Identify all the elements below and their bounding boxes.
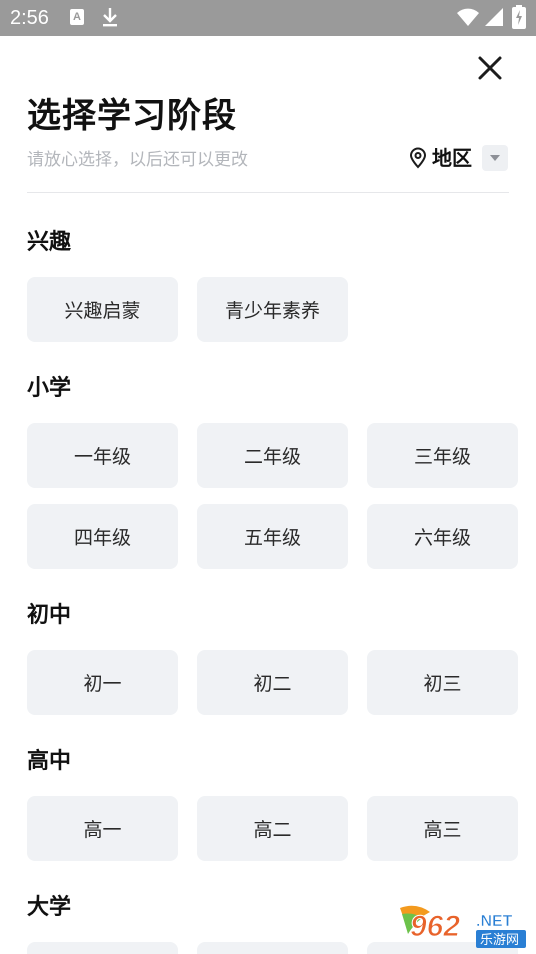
stage-option[interactable]: 五年级 [197, 504, 348, 569]
page-title: 选择学习阶段 [27, 96, 237, 136]
section-title-primary: 小学 [27, 376, 72, 401]
svg-text:.NET: .NET [476, 913, 513, 930]
region-dropdown-button[interactable] [482, 145, 508, 171]
stage-option[interactable]: 高三 [367, 796, 518, 861]
stage-option[interactable]: 六年级 [367, 504, 518, 569]
location-pin-icon [409, 147, 427, 169]
region-label: 地区 [432, 146, 472, 170]
stage-option[interactable]: 初二 [197, 650, 348, 715]
download-icon [103, 8, 117, 27]
stage-option[interactable]: 一年级 [27, 423, 178, 488]
stage-option[interactable]: 初三 [367, 650, 518, 715]
section-title-interest: 兴趣 [27, 230, 72, 255]
stage-option[interactable]: 初一 [27, 650, 178, 715]
section-title-university: 大学 [27, 895, 72, 920]
page-subtitle: 请放心选择，以后还可以更改 [27, 150, 248, 170]
battery-charging-icon [512, 5, 526, 29]
stage-option[interactable]: 二年级 [197, 423, 348, 488]
stage-option[interactable]: 兴趣启蒙 [27, 277, 178, 342]
header-divider [27, 192, 509, 193]
stage-option[interactable]: 四年级 [27, 504, 178, 569]
stage-option[interactable]: 高二 [197, 796, 348, 861]
svg-text:乐游网: 乐游网 [480, 933, 519, 948]
a-notification-icon: A [70, 9, 84, 25]
status-time: 2:56 [10, 7, 49, 29]
cell-signal-icon [485, 8, 503, 26]
stage-option[interactable] [27, 942, 178, 954]
caret-down-icon [490, 155, 500, 161]
status-bar: 2:56 A [0, 0, 536, 36]
region-selector[interactable]: 地区 [408, 144, 508, 172]
stage-option[interactable]: 高一 [27, 796, 178, 861]
wifi-icon [457, 8, 479, 26]
svg-text:962: 962 [410, 910, 460, 943]
stage-option[interactable]: 青少年素养 [197, 277, 348, 342]
stage-option[interactable]: 三年级 [367, 423, 518, 488]
stage-option[interactable] [197, 942, 348, 954]
section-title-senior-high: 高中 [27, 749, 72, 774]
section-title-junior-high: 初中 [27, 603, 72, 628]
watermark-logo: 962 .NET 乐游网 [400, 905, 526, 948]
close-icon[interactable] [472, 50, 508, 86]
